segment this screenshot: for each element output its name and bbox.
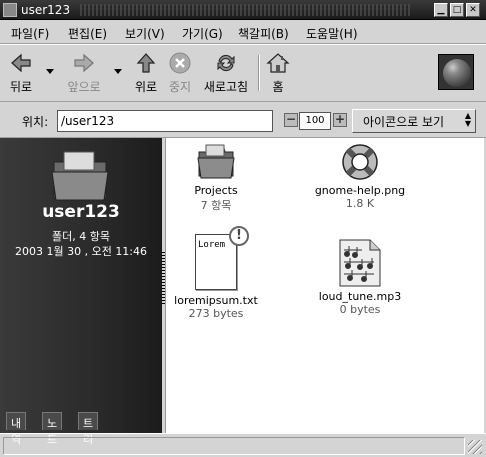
activity-throbber	[438, 54, 474, 90]
menu-help[interactable]: 도움말(H)	[306, 25, 358, 42]
maximize-button[interactable]: □	[450, 3, 464, 17]
file-name: loud_tune.mp3	[318, 290, 402, 303]
file-info: 273 bytes	[188, 307, 244, 320]
status-message	[3, 437, 465, 455]
file-view: Projects 7 항목 gnome-help.png 1.8 K Lorem…	[165, 138, 484, 433]
up-label: 위로	[134, 80, 158, 94]
file-item-projects[interactable]: Projects 7 항목	[161, 142, 271, 213]
folder-icon	[197, 144, 235, 179]
forward-button[interactable]: 앞으로	[64, 51, 104, 95]
sidebar-folder-summary: 폴더, 4 항목	[52, 230, 110, 243]
file-item-loremipsum[interactable]: Lorem ! loremipsum.txt 273 bytes	[161, 226, 271, 320]
sidebar: user123 폴더, 4 항목 2003 1월 30 , 오전 11:46 내…	[0, 138, 162, 446]
toolbar-separator	[258, 55, 260, 91]
home-icon	[266, 53, 290, 73]
file-name: Projects	[194, 184, 238, 197]
back-history-dropdown[interactable]	[46, 69, 54, 74]
minimize-button[interactable]: ▁	[434, 3, 448, 17]
reload-button[interactable]: 새로고침	[200, 51, 252, 95]
window-menu-icon[interactable]	[3, 3, 17, 17]
sidebar-folder-name: user123	[42, 202, 120, 222]
back-arrow-icon	[11, 53, 31, 73]
stop-button[interactable]: 중지	[166, 51, 194, 95]
file-item-gnome-help[interactable]: gnome-help.png 1.8 K	[305, 142, 415, 210]
file-info: 7 항목	[200, 199, 232, 212]
zoom-level[interactable]: 100	[299, 112, 331, 130]
tab-notes[interactable]: 노트	[42, 412, 63, 446]
audio-file-icon	[339, 239, 381, 287]
toolbar: 뒤로 앞으로 위로 중지 새로고침 홈	[0, 44, 486, 102]
stop-icon	[169, 52, 191, 74]
lifebuoy-icon	[342, 144, 378, 180]
tab-tree[interactable]: 트리	[78, 412, 99, 446]
reload-icon	[217, 54, 235, 72]
text-file-icon: Lorem !	[191, 226, 249, 292]
back-button[interactable]: 뒤로	[6, 51, 36, 95]
window-title: user123	[21, 3, 71, 17]
location-label: 위치:	[22, 115, 49, 129]
location-bar: 위치: − 100 + 아이콘으로 보기 ▲▼	[0, 102, 486, 138]
reload-label: 새로고침	[203, 80, 249, 94]
title-bar-texture	[80, 4, 410, 16]
menu-bookmarks[interactable]: 책갈피(B)	[238, 25, 289, 42]
file-name: loremipsum.txt	[174, 294, 258, 307]
emblem-important-icon: !	[229, 226, 249, 246]
view-mode-select[interactable]: 아이콘으로 보기 ▲ ▼	[352, 109, 476, 133]
file-info: 0 bytes	[339, 303, 381, 316]
file-item-loud-tune[interactable]: loud_tune.mp3 0 bytes	[305, 238, 415, 316]
title-bar[interactable]: user123 ▁ □ ✕	[0, 0, 486, 20]
resize-grip-icon[interactable]	[468, 440, 482, 454]
up-arrow-icon	[136, 53, 156, 73]
forward-label: 앞으로	[67, 80, 101, 94]
folder-icon	[51, 151, 109, 201]
view-mode-label: 아이콘으로 보기	[363, 115, 445, 129]
menu-go[interactable]: 가기(G)	[182, 25, 223, 42]
spin-arrows-icon: ▲ ▼	[464, 111, 471, 128]
back-label: 뒤로	[9, 80, 33, 94]
home-button[interactable]: 홈	[264, 51, 292, 95]
menu-view[interactable]: 보기(V)	[125, 25, 165, 42]
menu-edit[interactable]: 편집(E)	[68, 25, 107, 42]
menu-file[interactable]: 파일(F)	[11, 25, 49, 42]
file-info: 1.8 K	[345, 197, 375, 210]
zoom-out-button[interactable]: −	[284, 113, 298, 127]
stop-label: 중지	[168, 80, 192, 94]
status-bar	[0, 433, 486, 457]
tab-history[interactable]: 내역	[6, 412, 27, 446]
menu-bar: 파일(F) 편집(E) 보기(V) 가기(G) 책갈피(B) 도움말(H)	[0, 20, 486, 44]
up-button[interactable]: 위로	[132, 51, 160, 95]
home-label: 홈	[272, 80, 284, 94]
file-name: gnome-help.png	[314, 184, 406, 197]
close-button[interactable]: ✕	[466, 3, 480, 17]
zoom-in-button[interactable]: +	[333, 113, 347, 127]
forward-arrow-icon	[74, 53, 94, 73]
forward-history-dropdown[interactable]	[114, 69, 122, 74]
sidebar-folder-date: 2003 1월 30 , 오전 11:46	[14, 245, 148, 258]
location-input[interactable]	[57, 110, 273, 132]
throbber-ball-icon	[443, 59, 471, 87]
